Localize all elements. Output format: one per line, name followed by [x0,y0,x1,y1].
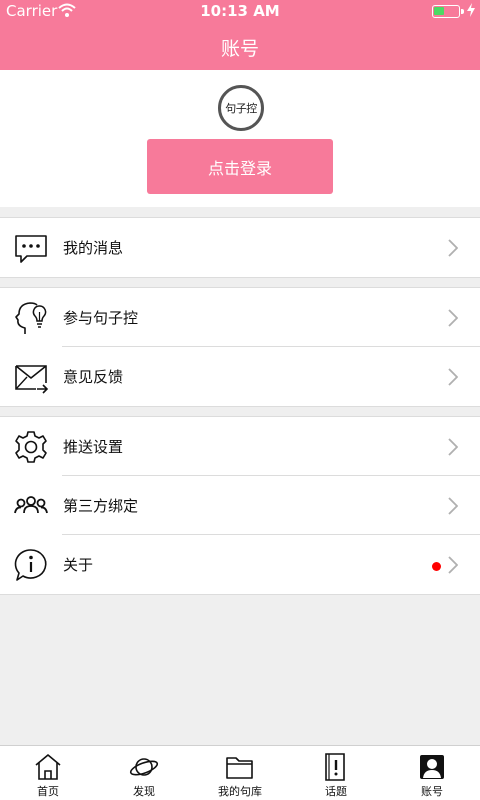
tab-label: 发现 [133,785,155,798]
menu-item-third-party-binding[interactable]: 第三方绑定 [0,476,480,535]
chevron-right-icon [448,309,458,327]
tab-label: 账号 [421,785,443,798]
page-title: 账号 [220,38,259,60]
menu-item-label: 关于 [63,556,94,574]
nav-bar: 账号 [0,22,480,70]
menu-group-1: 我的消息 [0,217,480,278]
tab-bar: 首页 发现 我的句库 话题 账号 [0,745,480,800]
status-bar: Carrier 10:13 AM [0,0,480,22]
login-button[interactable]: 点击登录 [147,139,333,194]
tab-my-library[interactable]: 我的句库 [192,746,288,800]
home-icon [35,754,61,780]
tab-account[interactable]: 账号 [384,746,480,800]
profile-section: 句子控 点击登录 [0,70,480,207]
tab-home[interactable]: 首页 [0,746,96,800]
tab-discover[interactable]: 发现 [96,746,192,800]
folder-icon [226,757,253,779]
charging-icon [467,3,475,17]
chevron-right-icon [448,497,458,515]
head-lightbulb-icon [15,302,47,334]
menu-item-push-settings[interactable]: 推送设置 [0,417,480,476]
menu-item-messages[interactable]: 我的消息 [0,218,480,277]
tab-label: 我的句库 [218,785,262,798]
menu-item-label: 我的消息 [63,239,124,257]
tab-label: 话题 [325,785,347,798]
menu-item-label: 参与句子控 [63,309,139,327]
avatar[interactable]: 句子控 [218,85,264,131]
menu-group-2: 参与句子控 意见反馈 [0,287,480,407]
menu-group-3: 推送设置 第三方绑定 关于 [0,416,480,595]
menu-item-label: 推送设置 [63,438,124,456]
mail-send-icon [15,365,49,394]
menu-item-about[interactable]: 关于 [0,535,480,594]
menu-item-label: 第三方绑定 [63,497,139,515]
tab-topics[interactable]: 话题 [288,746,384,800]
chevron-right-icon [448,556,458,574]
chevron-right-icon [448,438,458,456]
chevron-right-icon [448,239,458,257]
menu-item-feedback[interactable]: 意见反馈 [0,347,480,406]
notification-badge [432,562,441,571]
gear-icon [15,431,47,463]
account-icon [420,755,444,779]
avatar-logo-text: 句子控 [225,102,257,115]
menu-item-participate[interactable]: 参与句子控 [0,288,480,347]
group-users-icon [14,496,48,514]
status-time: 10:13 AM [200,2,280,20]
menu-item-label: 意见反馈 [63,368,124,386]
chevron-right-icon [448,368,458,386]
tab-label: 首页 [37,785,59,798]
info-icon [14,549,47,581]
battery-icon [432,5,464,18]
topic-icon [325,753,345,781]
planet-icon [129,758,159,776]
message-icon [15,235,47,263]
